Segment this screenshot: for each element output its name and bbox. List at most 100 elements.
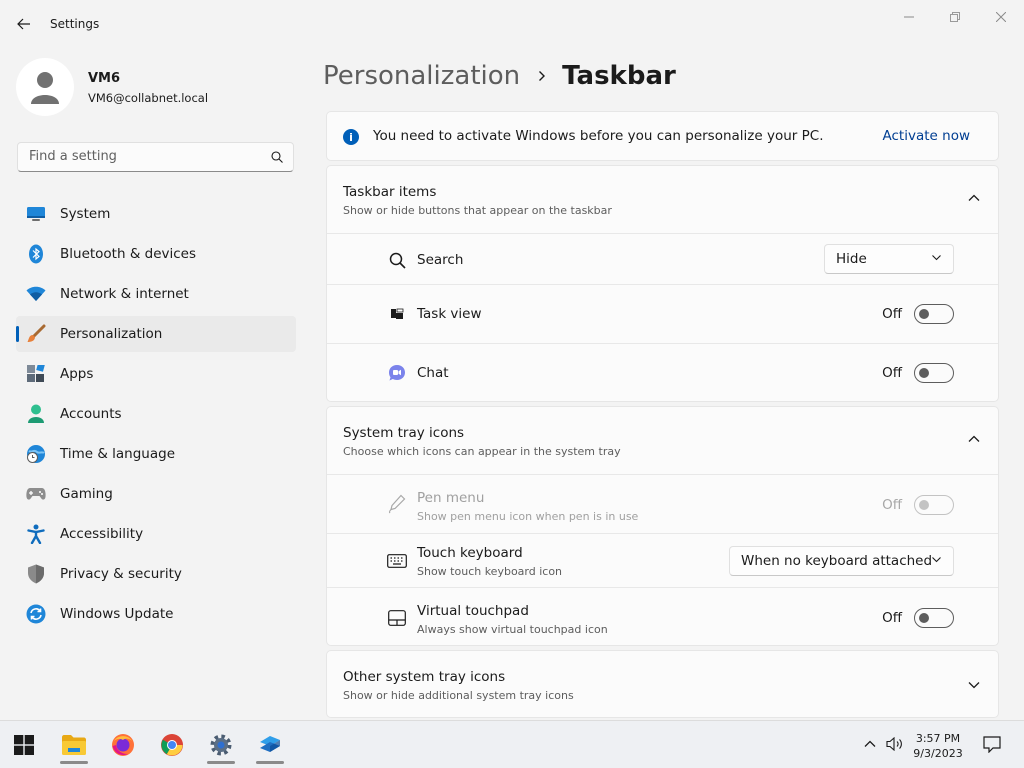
globe-clock-icon — [25, 443, 47, 465]
sidebar-item-system[interactable]: System — [16, 196, 296, 232]
activation-banner: i You need to activate Windows before yo… — [326, 111, 999, 161]
paintbrush-icon — [25, 323, 47, 345]
system-tray-header[interactable]: System tray icons Choose which icons can… — [327, 407, 998, 473]
sidebar-nav: System Bluetooth & devices Network & int… — [16, 196, 296, 636]
sidebar-item-privacy[interactable]: Privacy & security — [16, 556, 296, 592]
sidebar-item-personalization[interactable]: Personalization — [16, 316, 296, 352]
touch-keyboard-row: Touch keyboard Show touch keyboard icon … — [327, 533, 998, 587]
other-tray-section[interactable]: Other system tray icons Show or hide add… — [326, 650, 999, 718]
chevron-up-icon — [864, 740, 876, 747]
section-subtitle: Choose which icons can appear in the sys… — [343, 445, 621, 458]
pen-menu-toggle[interactable] — [914, 495, 954, 515]
folder-icon — [62, 735, 86, 755]
sidebar-item-gaming[interactable]: Gaming — [16, 476, 296, 512]
dropdown-value: Hide — [836, 251, 867, 267]
bluetooth-icon — [25, 243, 47, 265]
close-button[interactable] — [978, 6, 1024, 28]
chevron-down-icon — [932, 557, 941, 563]
back-button[interactable] — [10, 10, 38, 38]
sidebar-item-label: Personalization — [60, 326, 163, 342]
user-profile[interactable]: VM6 VM6@collabnet.local — [16, 58, 296, 118]
search-row: Search Hide — [327, 233, 998, 284]
taskbar-firefox[interactable] — [103, 725, 143, 765]
toggle-state-text: Off — [882, 497, 902, 513]
start-button[interactable] — [4, 725, 44, 765]
touch-keyboard-description: Show touch keyboard icon — [417, 565, 563, 578]
settings-gear-icon — [210, 734, 232, 756]
breadcrumb-parent[interactable]: Personalization — [323, 61, 520, 91]
touchpad-icon — [387, 608, 407, 628]
sidebar-item-time-language[interactable]: Time & language — [16, 436, 296, 472]
virtual-touchpad-toggle[interactable] — [914, 608, 954, 628]
task-view-toggle[interactable] — [914, 304, 954, 324]
search-visibility-dropdown[interactable]: Hide — [824, 244, 954, 274]
activate-now-link[interactable]: Activate now — [883, 128, 970, 144]
sidebar-item-label: Privacy & security — [60, 566, 182, 582]
minimize-button[interactable] — [886, 6, 932, 28]
sidebar-item-windows-update[interactable]: Windows Update — [16, 596, 296, 632]
section-subtitle: Show or hide additional system tray icon… — [343, 689, 574, 702]
show-hidden-icons-button[interactable] — [860, 733, 880, 755]
speaker-icon — [886, 737, 902, 751]
sidebar-item-label: Network & internet — [60, 286, 189, 302]
avatar — [16, 58, 74, 116]
task-view-label: Task view — [417, 306, 482, 322]
sidebar-item-label: Accessibility — [60, 526, 144, 542]
chat-icon — [387, 363, 407, 383]
sidebar-item-network[interactable]: Network & internet — [16, 276, 296, 312]
search-icon — [387, 250, 407, 270]
taskbar-file-explorer[interactable] — [54, 725, 94, 765]
chat-toggle[interactable] — [914, 363, 954, 383]
sidebar-item-bluetooth[interactable]: Bluetooth & devices — [16, 236, 296, 272]
chrome-icon — [161, 734, 183, 756]
taskbar-items-section: Taskbar items Show or hide buttons that … — [326, 165, 999, 402]
toggle-knob — [919, 309, 929, 319]
task-view-icon — [387, 304, 407, 324]
minimize-icon — [904, 16, 914, 18]
section-title: System tray icons — [343, 425, 465, 441]
chevron-up-icon[interactable] — [966, 431, 982, 447]
clock-date: 9/3/2023 — [913, 747, 963, 760]
chevron-down-icon[interactable] — [966, 677, 982, 693]
touch-keyboard-dropdown[interactable]: When no keyboard attached — [729, 546, 954, 576]
toggle-knob — [919, 613, 929, 623]
chevron-up-icon[interactable] — [966, 190, 982, 206]
pen-icon — [387, 494, 407, 514]
settings-search[interactable] — [17, 142, 294, 172]
volume-button[interactable] — [884, 733, 906, 755]
section-title: Taskbar items — [343, 184, 437, 200]
sidebar-item-label: Gaming — [60, 486, 113, 502]
toggle-state-text: Off — [882, 365, 902, 381]
notifications-button[interactable] — [980, 733, 1004, 755]
taskbar-items-header[interactable]: Taskbar items Show or hide buttons that … — [327, 166, 998, 232]
taskbar-settings[interactable] — [201, 725, 241, 765]
chevron-down-icon — [932, 255, 941, 261]
windows-logo-icon — [14, 735, 34, 755]
update-icon — [25, 603, 47, 625]
user-name: VM6 — [88, 71, 121, 86]
app-tiles-icon — [260, 736, 280, 752]
windows-taskbar: 3:57 PM 9/3/2023 — [0, 720, 1024, 768]
chat-label: Chat — [417, 365, 449, 381]
sidebar-item-apps[interactable]: Apps — [16, 356, 296, 392]
touch-keyboard-label: Touch keyboard — [417, 545, 523, 561]
maximize-button[interactable] — [932, 6, 978, 28]
taskbar-app-blue[interactable] — [250, 725, 290, 765]
taskbar-clock[interactable]: 3:57 PM 9/3/2023 — [908, 731, 968, 761]
virtual-touchpad-label: Virtual touchpad — [417, 603, 529, 619]
person-icon — [25, 403, 47, 425]
page-title: Taskbar — [562, 61, 676, 91]
search-input[interactable] — [27, 148, 261, 165]
sidebar-item-accounts[interactable]: Accounts — [16, 396, 296, 432]
taskbar-chrome[interactable] — [152, 725, 192, 765]
virtual-touchpad-description: Always show virtual touchpad icon — [417, 623, 608, 636]
virtual-touchpad-row: Virtual touchpad Always show virtual tou… — [327, 587, 998, 646]
toggle-state-text: Off — [882, 306, 902, 322]
sidebar-item-label: Accounts — [60, 406, 122, 422]
pen-menu-description: Show pen menu icon when pen is in use — [417, 510, 639, 523]
system-tray-section: System tray icons Choose which icons can… — [326, 406, 999, 646]
keyboard-icon — [387, 551, 407, 571]
notification-icon — [983, 735, 1001, 753]
sidebar-item-accessibility[interactable]: Accessibility — [16, 516, 296, 552]
search-icon[interactable] — [271, 151, 283, 163]
